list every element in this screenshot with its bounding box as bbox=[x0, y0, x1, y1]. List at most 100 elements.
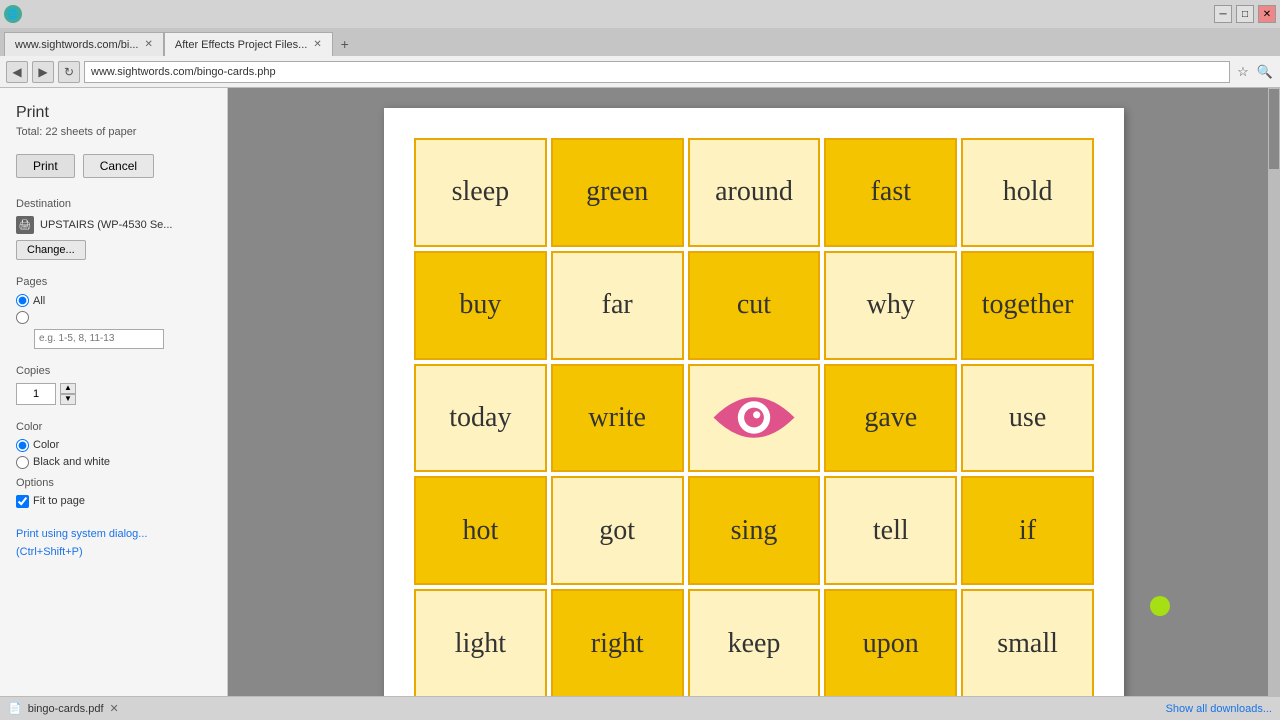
tab-0[interactable]: www.sightwords.com/bi... ✕ bbox=[4, 32, 164, 56]
bingo-cell-17: sing bbox=[688, 476, 821, 585]
bw-radio-row: Black and white bbox=[16, 456, 211, 469]
tab-label-0: www.sightwords.com/bi... bbox=[15, 39, 138, 51]
bingo-cell-20: light bbox=[414, 589, 547, 696]
pages-label: Pages bbox=[16, 276, 211, 288]
pages-custom-radio[interactable] bbox=[16, 311, 29, 324]
tab-1[interactable]: After Effects Project Files... ✕ bbox=[164, 32, 333, 56]
minimize-button[interactable]: ─ bbox=[1214, 5, 1232, 23]
tab-bar: www.sightwords.com/bi... ✕ After Effects… bbox=[0, 28, 1280, 56]
print-button[interactable]: Print bbox=[16, 154, 75, 178]
search-icon[interactable]: 🔍 bbox=[1256, 63, 1274, 81]
bingo-cell-23: upon bbox=[824, 589, 957, 696]
browser-frame: 🌐 ─ □ ✕ www.sightwords.com/bi... ✕ After… bbox=[0, 0, 1280, 720]
color-section: Color Color Black and white bbox=[16, 421, 211, 469]
bingo-grid: sleepgreenaroundfasthold buyfarcutwhytoge… bbox=[414, 138, 1094, 696]
back-button[interactable]: ◀ bbox=[6, 61, 28, 83]
bingo-cell-1: green bbox=[551, 138, 684, 247]
options-section: Options Fit to page bbox=[16, 477, 211, 508]
address-bar: ◀ ▶ ↻ ☆ 🔍 bbox=[0, 56, 1280, 88]
bingo-cell-22: keep bbox=[688, 589, 821, 696]
main-area: Print Total: 22 sheets of paper Print Ca… bbox=[0, 88, 1280, 696]
window-controls[interactable]: ─ □ ✕ bbox=[1214, 5, 1276, 23]
download-icon: 📄 bbox=[8, 702, 22, 715]
copies-increment-button[interactable]: ▲ bbox=[60, 383, 76, 394]
pages-custom-row bbox=[16, 311, 211, 324]
change-destination-button[interactable]: Change... bbox=[16, 240, 86, 260]
tab-close-1[interactable]: ✕ bbox=[313, 39, 321, 50]
color-label-text: Color bbox=[33, 439, 59, 451]
download-item: 📄 bingo-cards.pdf ✕ bbox=[8, 702, 119, 715]
download-close-icon[interactable]: ✕ bbox=[110, 702, 119, 715]
bingo-cell-24: small bbox=[961, 589, 1094, 696]
copies-row: ▲ ▼ bbox=[16, 383, 211, 405]
new-tab-button[interactable]: + bbox=[333, 32, 357, 56]
scrollbar-thumb[interactable] bbox=[1269, 89, 1279, 169]
address-input[interactable] bbox=[84, 61, 1230, 83]
bingo-cell-16: got bbox=[551, 476, 684, 585]
bingo-cell-2: around bbox=[688, 138, 821, 247]
print-panel: Print Total: 22 sheets of paper Print Ca… bbox=[0, 88, 228, 696]
bw-radio[interactable] bbox=[16, 456, 29, 469]
pages-all-radio[interactable] bbox=[16, 294, 29, 307]
title-bar: 🌐 ─ □ ✕ bbox=[0, 0, 1280, 28]
copies-stepper: ▲ ▼ bbox=[60, 383, 76, 405]
page-range-input[interactable] bbox=[34, 329, 164, 349]
fit-to-page-checkbox[interactable] bbox=[16, 495, 29, 508]
scrollbar[interactable] bbox=[1268, 88, 1280, 696]
fit-to-page-row: Fit to page bbox=[16, 495, 211, 508]
destination-section: Destination 🖨 UPSTAIRS (WP-4530 Se... Ch… bbox=[16, 198, 211, 260]
bingo-cell-7: cut bbox=[688, 251, 821, 360]
print-subtitle: Total: 22 sheets of paper bbox=[16, 126, 211, 138]
tab-label-1: After Effects Project Files... bbox=[175, 39, 307, 51]
bingo-cell-13: gave bbox=[824, 364, 957, 473]
bingo-cell-21: right bbox=[551, 589, 684, 696]
printer-icon: 🖨 bbox=[16, 216, 34, 234]
bottom-bar: 📄 bingo-cards.pdf ✕ Show all downloads..… bbox=[0, 696, 1280, 720]
pages-radio-group: All bbox=[16, 294, 211, 349]
bingo-cell-6: far bbox=[551, 251, 684, 360]
bingo-cell-4: hold bbox=[961, 138, 1094, 247]
tab-close-0[interactable]: ✕ bbox=[144, 39, 152, 50]
maximize-button[interactable]: □ bbox=[1236, 5, 1254, 23]
bw-label-text: Black and white bbox=[33, 456, 110, 468]
bingo-cell-5: buy bbox=[414, 251, 547, 360]
color-radio-row: Color bbox=[16, 439, 211, 452]
bingo-cell-14: use bbox=[961, 364, 1094, 473]
copies-label: Copies bbox=[16, 365, 211, 377]
reload-button[interactable]: ↻ bbox=[58, 61, 80, 83]
copies-section: Copies ▲ ▼ bbox=[16, 365, 211, 405]
bookmark-icon[interactable]: ☆ bbox=[1234, 63, 1252, 81]
cursor bbox=[1150, 596, 1170, 616]
color-label: Color bbox=[16, 421, 211, 433]
browser-icon: 🌐 bbox=[4, 5, 22, 23]
pages-all-label: All bbox=[33, 295, 45, 307]
content-area: sleepgreenaroundfasthold buyfarcutwhytoge… bbox=[228, 88, 1280, 696]
bingo-cell-11: write bbox=[551, 364, 684, 473]
show-all-downloads-link[interactable]: Show all downloads... bbox=[1166, 703, 1272, 715]
bingo-cell-9: together bbox=[961, 251, 1094, 360]
pages-section: Pages All bbox=[16, 276, 211, 349]
download-filename: bingo-cards.pdf bbox=[28, 703, 104, 715]
forward-button[interactable]: ▶ bbox=[32, 61, 54, 83]
bingo-cell-0: sleep bbox=[414, 138, 547, 247]
bingo-cell-10: today bbox=[414, 364, 547, 473]
print-buttons: Print Cancel bbox=[16, 154, 211, 178]
bingo-cell-19: if bbox=[961, 476, 1094, 585]
destination-label: Destination bbox=[16, 198, 211, 210]
fit-to-page-label: Fit to page bbox=[33, 495, 85, 507]
color-radio[interactable] bbox=[16, 439, 29, 452]
cancel-button[interactable]: Cancel bbox=[83, 154, 154, 178]
pages-all-row: All bbox=[16, 294, 211, 307]
copies-decrement-button[interactable]: ▼ bbox=[60, 394, 76, 405]
bingo-cell-12 bbox=[688, 364, 821, 473]
bingo-page: sleepgreenaroundfasthold buyfarcutwhytoge… bbox=[384, 108, 1124, 696]
copies-input[interactable] bbox=[16, 383, 56, 405]
bingo-cell-3: fast bbox=[824, 138, 957, 247]
close-button[interactable]: ✕ bbox=[1258, 5, 1276, 23]
bingo-cell-18: tell bbox=[824, 476, 957, 585]
system-print-link[interactable]: Print using system dialog... (Ctrl+Shift… bbox=[16, 528, 147, 558]
bingo-cell-8: why bbox=[824, 251, 957, 360]
options-label: Options bbox=[16, 477, 211, 489]
print-title: Print bbox=[16, 104, 211, 122]
bingo-cell-15: hot bbox=[414, 476, 547, 585]
